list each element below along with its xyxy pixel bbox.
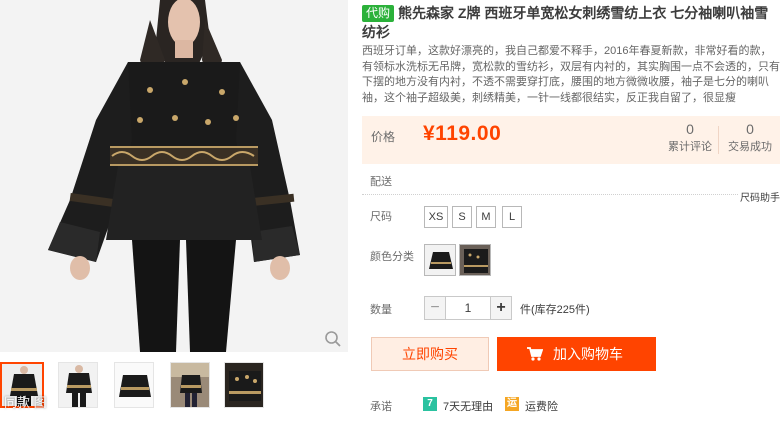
stat-divider [718,126,719,154]
buy-now-button[interactable]: 立即购买 [371,337,489,371]
thumbnail-5[interactable] [224,362,264,408]
deals-label: 交易成功 [728,141,772,153]
size-option-s[interactable]: S [452,206,472,228]
delivery-label: 配送 [370,176,392,188]
zoom-icon[interactable] [324,330,342,348]
size-label: 尺码 [370,211,392,223]
size-option-xs[interactable]: XS [424,206,448,228]
stock-text: 件(库存225件) [520,304,590,316]
thumbnail-2[interactable] [58,362,98,408]
quantity-decrease-button[interactable]: − [424,296,446,320]
add-to-cart-label: 加入购物车 [553,346,623,362]
reviews-stat[interactable]: 0 累计评论 [668,121,712,154]
deals-count: 0 [746,121,754,137]
price-label: 价格 [371,130,396,144]
size-option-m[interactable]: M [476,206,496,228]
size-helper-link[interactable]: 尺码助手 [738,189,780,204]
product-title: 代购 熊先森家 Z牌 西班牙单宽松女刺绣雪纺上衣 七分袖喇叭袖雪纺衫 [362,4,780,42]
thumbnail-3[interactable] [114,362,154,408]
quantity-increase-button[interactable]: + [490,296,512,320]
product-description: 西班牙订单，这款好漂亮的，我自己都爱不释手，2016年春夏新款，非常好看的款，有… [362,45,780,104]
add-to-cart-button[interactable]: 加入购物车 [497,337,656,371]
price-value: ¥119.00 [423,122,502,145]
delivery-divider [362,194,780,195]
promise-label: 承诺 [370,401,392,413]
color-option-1[interactable] [424,244,456,276]
reviews-count: 0 [686,121,694,137]
model-photo [0,0,348,352]
seven-day-return-icon: 7 [423,397,437,411]
quantity-label: 数量 [370,304,392,316]
color-option-2[interactable] [459,244,491,276]
quantity-input[interactable]: 1 [446,296,490,320]
thumbnail-4[interactable] [170,362,210,408]
size-option-l[interactable]: L [502,206,522,228]
thumbnail-watermark: 同款 图 [4,395,47,410]
seven-day-return-text[interactable]: 7天无理由 [443,398,493,414]
shipping-insurance-text[interactable]: 运费险 [525,398,558,414]
reviews-label: 累计评论 [668,141,712,153]
product-title-text: 熊先森家 Z牌 西班牙单宽松女刺绣雪纺上衣 七分袖喇叭袖雪纺衫 [362,5,769,40]
daigou-badge: 代购 [362,5,395,22]
shipping-insurance-icon: 运 [505,397,519,411]
color-label: 颜色分类 [370,251,414,263]
deals-stat: 0 交易成功 [726,121,774,154]
main-product-image[interactable] [0,0,348,352]
thumbnail-strip [0,362,348,412]
price-panel: 价格 ¥119.00 0 累计评论 0 交易成功 [362,116,780,164]
cart-icon [527,347,543,361]
